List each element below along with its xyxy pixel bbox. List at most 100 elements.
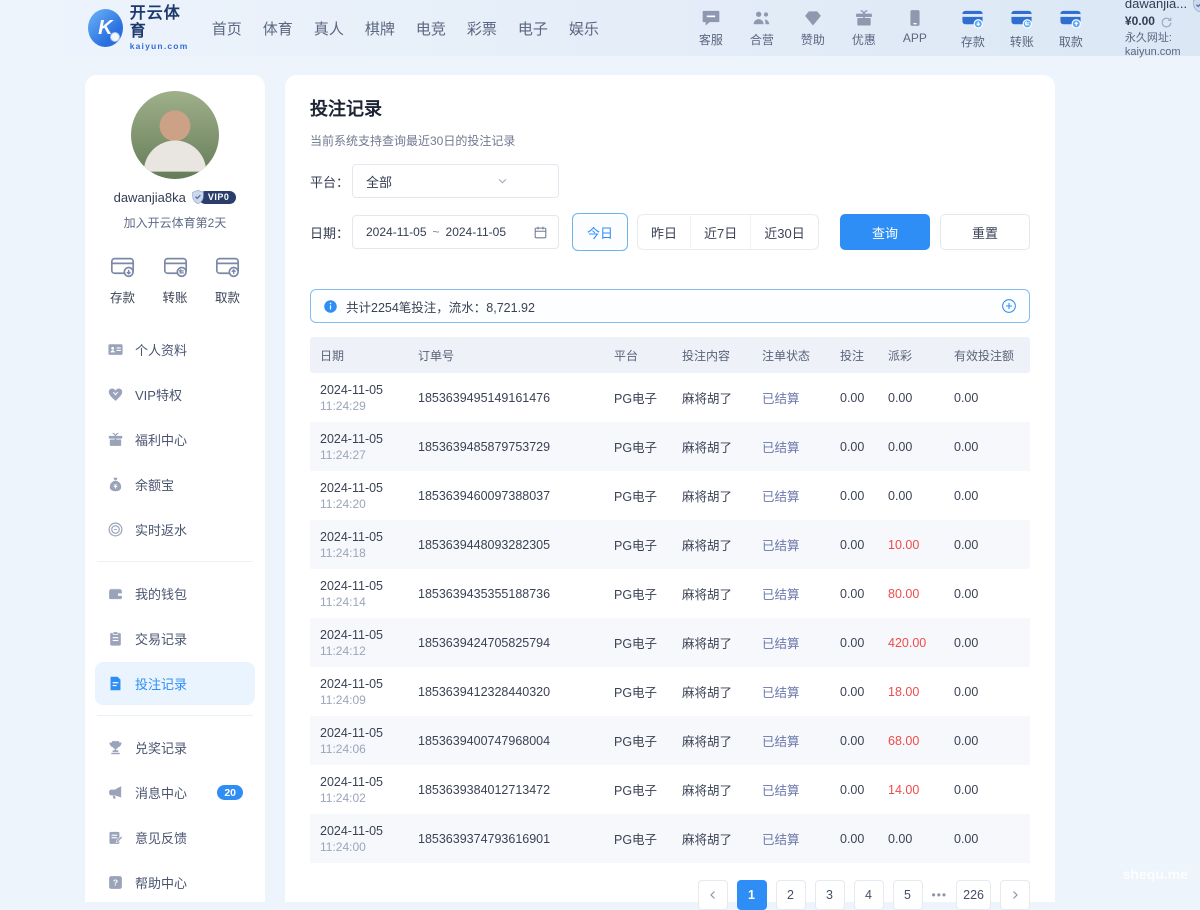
quick-action-deposit[interactable]: 存款 xyxy=(109,253,136,306)
calendar-icon[interactable] xyxy=(533,225,548,240)
platform-select[interactable]: 全部 xyxy=(352,164,559,198)
transfer-outline-icon xyxy=(162,253,189,280)
refresh-balance-icon[interactable] xyxy=(1160,16,1173,29)
nav-item-slots[interactable]: 电子 xyxy=(518,18,548,39)
cell-payout: 0.00 xyxy=(888,489,954,503)
sidebar-item-feedback-label: 意见反馈 xyxy=(135,828,187,847)
header-action-deposit-label: 存款 xyxy=(961,33,985,50)
page-subtitle: 当前系统支持查询最近30日的投注记录 xyxy=(310,132,1030,149)
sidebar-item-transaction-records-label: 交易记录 xyxy=(135,629,187,648)
header-tool-promotions[interactable]: 优惠 xyxy=(846,8,882,48)
cell-valid-amount: 0.00 xyxy=(954,636,1020,650)
help-icon: ? xyxy=(107,874,124,891)
cell-date: 2024-11-0511:24:27 xyxy=(320,432,418,462)
cell-valid-amount: 0.00 xyxy=(954,734,1020,748)
date-range-input[interactable]: 2024-11-05 ~ 2024-11-05 xyxy=(352,215,559,249)
bet-records-table: 日期订单号平台投注内容注单状态投注派彩有效投注额 2024-11-0511:24… xyxy=(310,337,1030,863)
cell-platform: PG电子 xyxy=(614,633,682,652)
page-ellipsis: ••• xyxy=(932,888,948,902)
sidebar-item-prize-records[interactable]: 兑奖记录 xyxy=(95,726,255,769)
nav-item-sports[interactable]: 体育 xyxy=(263,18,293,39)
page-button-3[interactable]: 3 xyxy=(815,880,845,910)
menu-divider xyxy=(97,715,253,716)
cell-payout: 0.00 xyxy=(888,832,954,846)
page-button-226[interactable]: 226 xyxy=(956,880,991,910)
page-button-5[interactable]: 5 xyxy=(893,880,923,910)
cell-valid-amount: 0.00 xyxy=(954,685,1020,699)
cell-bet-amount: 0.00 xyxy=(840,783,888,797)
sidebar-item-welfare-center[interactable]: 福利中心 xyxy=(95,418,255,461)
cell-bet-content: 麻将胡了 xyxy=(682,780,762,799)
page-button-2[interactable]: 2 xyxy=(776,880,806,910)
sidebar-item-yuebao-label: 余额宝 xyxy=(135,475,174,494)
sidebar-item-transaction-records[interactable]: 交易记录 xyxy=(95,617,255,660)
sidebar-item-my-wallet[interactable]: 我的钱包 xyxy=(95,572,255,615)
column-header-0: 日期 xyxy=(320,347,418,364)
quick-action-transfer[interactable]: 转账 xyxy=(162,253,189,306)
range-button-近7日[interactable]: 近7日 xyxy=(690,215,750,249)
sidebar-item-feedback[interactable]: 意见反馈 xyxy=(95,816,255,859)
cell-date: 2024-11-0511:24:18 xyxy=(320,530,418,560)
quick-action-deposit-label: 存款 xyxy=(110,287,135,306)
header-tool-app-download[interactable]: APP xyxy=(897,8,933,48)
quick-action-withdraw[interactable]: 取款 xyxy=(214,253,241,306)
cell-status: 已结算 xyxy=(762,780,840,799)
cell-date: 2024-11-0511:24:29 xyxy=(320,383,418,413)
sidebar-item-message-center[interactable]: 消息中心20 xyxy=(95,771,255,814)
header-action-transfer[interactable]: 转账 xyxy=(1004,7,1040,50)
search-button[interactable]: 查询 xyxy=(840,214,930,250)
header-tool-partnership[interactable]: 合营 xyxy=(744,8,780,48)
header-action-withdraw[interactable]: 取款 xyxy=(1053,7,1089,50)
sidebar-item-realtime-rebate[interactable]: 实时返水 xyxy=(95,508,255,551)
next-page-button[interactable] xyxy=(1000,880,1030,910)
profile-card: dawanjia8ka VIP0 加入开云体育第2天 存款转账取款 xyxy=(85,91,265,306)
cell-payout: 68.00 xyxy=(888,734,954,748)
sidebar-item-help-center[interactable]: ?帮助中心 xyxy=(95,861,255,904)
sidebar-item-personal-info[interactable]: 个人资料 xyxy=(95,328,255,371)
cell-bet-content: 麻将胡了 xyxy=(682,388,762,407)
cell-payout: 420.00 xyxy=(888,636,954,650)
chevron-down-icon xyxy=(457,174,548,188)
user-info[interactable]: dawanjia... VIP0 ¥0.00 永久网址: kaiyun.com xyxy=(1125,0,1200,60)
menu-divider xyxy=(97,561,253,562)
range-button-今日[interactable]: 今日 xyxy=(572,213,628,251)
nav-item-lottery[interactable]: 彩票 xyxy=(467,18,497,39)
nav-item-home[interactable]: 首页 xyxy=(212,18,242,39)
header-tool-sponsor[interactable]: 赞助 xyxy=(795,8,831,48)
cell-status: 已结算 xyxy=(762,486,840,505)
page-button-4[interactable]: 4 xyxy=(854,880,884,910)
platform-label: 平台： xyxy=(310,172,352,191)
reset-button[interactable]: 重置 xyxy=(940,214,1030,250)
table-row: 2024-11-0511:24:06 1853639400747968004 P… xyxy=(310,716,1030,765)
cell-bet-content: 麻将胡了 xyxy=(682,535,762,554)
cell-payout: 0.00 xyxy=(888,391,954,405)
welfare-gift-icon xyxy=(107,431,124,448)
page-button-1[interactable]: 1 xyxy=(737,880,767,910)
vip-shield-icon xyxy=(190,189,206,205)
expand-plus-icon[interactable] xyxy=(1001,298,1017,314)
header-tool-customer-service[interactable]: 客服 xyxy=(693,8,729,48)
cell-order-number: 1853639495149161476 xyxy=(418,391,614,405)
cell-bet-amount: 0.00 xyxy=(840,587,888,601)
sidebar-item-vip-privileges[interactable]: VIP特权 xyxy=(95,373,255,416)
sidebar-item-yuebao[interactable]: 余额宝 xyxy=(95,463,255,506)
cell-bet-content: 麻将胡了 xyxy=(682,829,762,848)
range-button-昨日[interactable]: 昨日 xyxy=(638,215,690,249)
nav-item-esports[interactable]: 电竞 xyxy=(416,18,446,39)
nav-item-chess[interactable]: 棋牌 xyxy=(365,18,395,39)
pagination: 12345 ••• 226 xyxy=(310,880,1030,910)
nav-item-live-casino[interactable]: 真人 xyxy=(314,18,344,39)
nav-item-entertainment[interactable]: 娱乐 xyxy=(569,18,599,39)
header-action-deposit[interactable]: 存款 xyxy=(955,7,991,50)
table-row: 2024-11-0511:24:27 1853639485879753729 P… xyxy=(310,422,1030,471)
sidebar-item-bet-records[interactable]: 投注记录 xyxy=(95,662,255,705)
sidebar-item-vip-privileges-label: VIP特权 xyxy=(135,385,182,404)
date-filter-row: 日期： 2024-11-05 ~ 2024-11-05 今日昨日近7日近30日 … xyxy=(310,213,1030,251)
cell-order-number: 1853639485879753729 xyxy=(418,440,614,454)
site-logo[interactable]: K 开云体育 kaiyun.com xyxy=(88,5,192,50)
vip-badge: VIP0 xyxy=(1191,0,1200,13)
range-button-近30日[interactable]: 近30日 xyxy=(750,215,817,249)
cell-bet-amount: 0.00 xyxy=(840,440,888,454)
prev-page-button[interactable] xyxy=(698,880,728,910)
sidebar: dawanjia8ka VIP0 加入开云体育第2天 存款转账取款 个人资料VI… xyxy=(85,75,265,902)
